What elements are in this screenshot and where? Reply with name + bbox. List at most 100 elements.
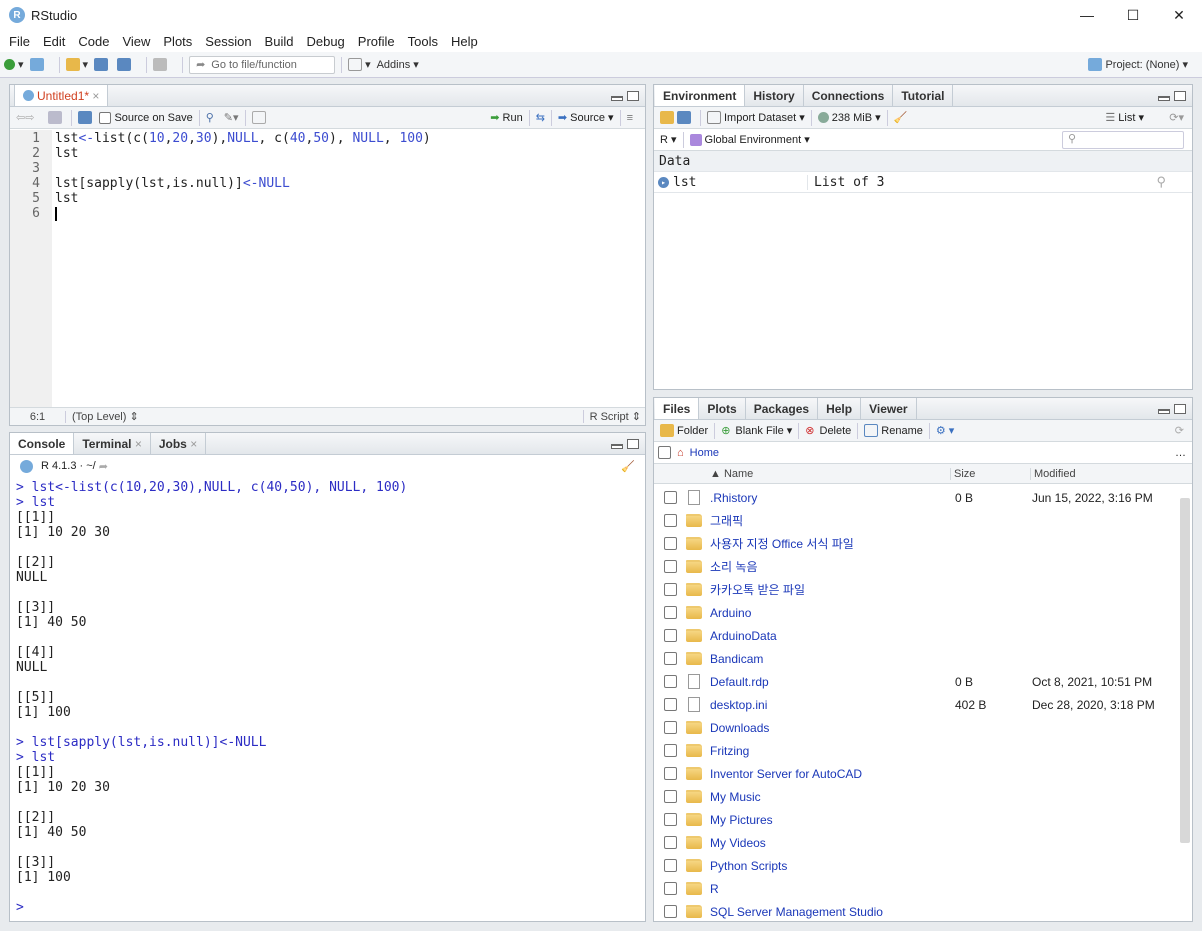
tab-files[interactable]: Files	[655, 398, 700, 419]
file-checkbox[interactable]	[664, 537, 677, 550]
file-checkbox[interactable]	[664, 491, 677, 504]
file-name[interactable]: R	[710, 882, 952, 896]
file-row[interactable]: .Rhistory 0 B Jun 15, 2022, 3:16 PM	[654, 486, 1192, 509]
refresh-icon[interactable]: ⟳	[1175, 424, 1184, 437]
source-button[interactable]: ➡ Source ▾	[558, 111, 614, 125]
goto-file-input[interactable]: ➦ Go to file/function	[189, 55, 336, 74]
file-row[interactable]: desktop.ini 402 B Dec 28, 2020, 3:18 PM	[654, 693, 1192, 716]
file-checkbox[interactable]	[664, 675, 677, 688]
code-editor[interactable]: 1 2 3 4 5 6 lst<-list(c(10,20,30),NULL, …	[10, 130, 645, 407]
file-row[interactable]: Fritzing	[654, 739, 1192, 762]
file-name[interactable]: 사용자 지정 Office 서식 파일	[710, 535, 952, 552]
file-row[interactable]: ArduinoData	[654, 624, 1192, 647]
save-button[interactable]	[94, 58, 111, 71]
pane-layout-button[interactable]: ▾	[348, 58, 371, 71]
file-checkbox[interactable]	[664, 882, 677, 895]
file-row[interactable]: 소리 녹음	[654, 555, 1192, 578]
file-checkbox[interactable]	[664, 905, 677, 918]
file-row[interactable]: Python Scripts	[654, 854, 1192, 877]
language-selector[interactable]: R ▾	[660, 133, 677, 146]
addins-button[interactable]: Addins ▾	[377, 58, 419, 72]
menu-help[interactable]: Help	[446, 34, 483, 49]
file-name[interactable]: My Videos	[710, 836, 952, 850]
menu-code[interactable]: Code	[73, 34, 114, 49]
tab-jobs[interactable]: Jobs ×	[151, 433, 207, 454]
broom-icon[interactable]: 🧹	[894, 111, 908, 124]
tab-tutorial[interactable]: Tutorial	[893, 85, 954, 106]
file-row[interactable]: R	[654, 877, 1192, 900]
menu-view[interactable]: View	[117, 34, 155, 49]
file-name[interactable]: Bandicam	[710, 652, 952, 666]
maximize-pane-button[interactable]	[627, 439, 639, 449]
minimize-button[interactable]: —	[1064, 0, 1110, 30]
menu-debug[interactable]: Debug	[301, 34, 349, 49]
minimize-pane-button[interactable]	[611, 444, 623, 449]
env-variable-row[interactable]: ▸ lst List of 3 ⚲	[654, 172, 1192, 193]
file-row[interactable]: Arduino	[654, 601, 1192, 624]
console-output[interactable]: > lst<-list(c(10,20,30),NULL, c(40,50), …	[10, 478, 645, 921]
tab-plots[interactable]: Plots	[699, 398, 746, 419]
tab-packages[interactable]: Packages	[746, 398, 819, 419]
tab-connections[interactable]: Connections	[804, 85, 894, 106]
file-checkbox[interactable]	[664, 744, 677, 757]
maximize-button[interactable]: ☐	[1110, 0, 1156, 30]
print-button[interactable]	[153, 58, 170, 71]
file-checkbox[interactable]	[664, 560, 677, 573]
column-size[interactable]: Size	[951, 467, 1031, 480]
maximize-pane-button[interactable]	[1174, 404, 1186, 414]
file-row[interactable]: Downloads	[654, 716, 1192, 739]
file-name[interactable]: ArduinoData	[710, 629, 952, 643]
file-checkbox[interactable]	[664, 514, 677, 527]
minimize-pane-button[interactable]	[611, 96, 623, 101]
file-checkbox[interactable]	[664, 652, 677, 665]
compile-report-icon[interactable]	[251, 111, 266, 124]
more-button[interactable]: ⚙ ▾	[936, 424, 954, 437]
column-name[interactable]: ▲ Name	[654, 467, 951, 480]
file-name[interactable]: My Music	[710, 790, 952, 804]
source-on-save-checkbox[interactable]	[99, 111, 112, 124]
home-link[interactable]: Home	[690, 447, 719, 459]
files-scrollbar[interactable]	[1180, 498, 1190, 843]
file-checkbox[interactable]	[664, 813, 677, 826]
menu-profile[interactable]: Profile	[353, 34, 400, 49]
run-button[interactable]: ➡ Run	[490, 111, 522, 125]
file-name[interactable]: Default.rdp	[710, 675, 952, 689]
file-row[interactable]: 카카오톡 받은 파일	[654, 578, 1192, 601]
environment-search-input[interactable]: ⚲	[1062, 130, 1184, 149]
file-name[interactable]: 카카오톡 받은 파일	[710, 581, 952, 598]
back-forward-icon[interactable]: ⇦⇨	[16, 111, 34, 124]
file-name[interactable]: desktop.ini	[710, 698, 952, 712]
close-icon[interactable]: ×	[135, 437, 142, 451]
file-checkbox[interactable]	[664, 698, 677, 711]
maximize-pane-button[interactable]	[627, 91, 639, 101]
new-folder-button[interactable]: Folder	[660, 424, 708, 437]
outline-icon[interactable]: ≡	[627, 112, 633, 124]
save-all-button[interactable]	[117, 58, 134, 71]
file-row[interactable]: Default.rdp 0 B Oct 8, 2021, 10:51 PM	[654, 670, 1192, 693]
file-name[interactable]: Python Scripts	[710, 859, 952, 873]
tab-console[interactable]: Console	[10, 433, 75, 454]
file-checkbox[interactable]	[664, 859, 677, 872]
new-project-button[interactable]	[29, 58, 47, 71]
file-name[interactable]: My Pictures	[710, 813, 952, 827]
view-mode-selector[interactable]: ☰ List ▾	[1105, 111, 1144, 124]
memory-usage-button[interactable]: 238 MiB ▾	[817, 111, 881, 124]
file-type-selector[interactable]: R Script ⇕	[582, 410, 641, 423]
delete-button[interactable]: ⊗ Delete	[805, 424, 851, 438]
go-to-dir-icon[interactable]: ➦	[96, 460, 108, 473]
file-name[interactable]: Downloads	[710, 721, 952, 735]
import-dataset-button[interactable]: Import Dataset ▾	[707, 111, 805, 124]
refresh-icon[interactable]: ⟳▾	[1169, 111, 1184, 124]
file-checkbox[interactable]	[664, 629, 677, 642]
column-modified[interactable]: Modified	[1031, 468, 1076, 480]
tab-viewer[interactable]: Viewer	[861, 398, 917, 419]
expand-icon[interactable]: ▸	[658, 176, 669, 188]
new-file-button[interactable]: ▾	[4, 58, 24, 71]
file-name[interactable]: 그래픽	[710, 512, 952, 529]
file-checkbox[interactable]	[664, 790, 677, 803]
file-name[interactable]: Arduino	[710, 606, 952, 620]
blank-file-button[interactable]: ⊕ Blank File ▾	[721, 424, 792, 438]
file-row[interactable]: 사용자 지정 Office 서식 파일	[654, 532, 1192, 555]
tab-untitled1[interactable]: Untitled1* ×	[14, 85, 109, 106]
menu-file[interactable]: File	[4, 34, 35, 49]
